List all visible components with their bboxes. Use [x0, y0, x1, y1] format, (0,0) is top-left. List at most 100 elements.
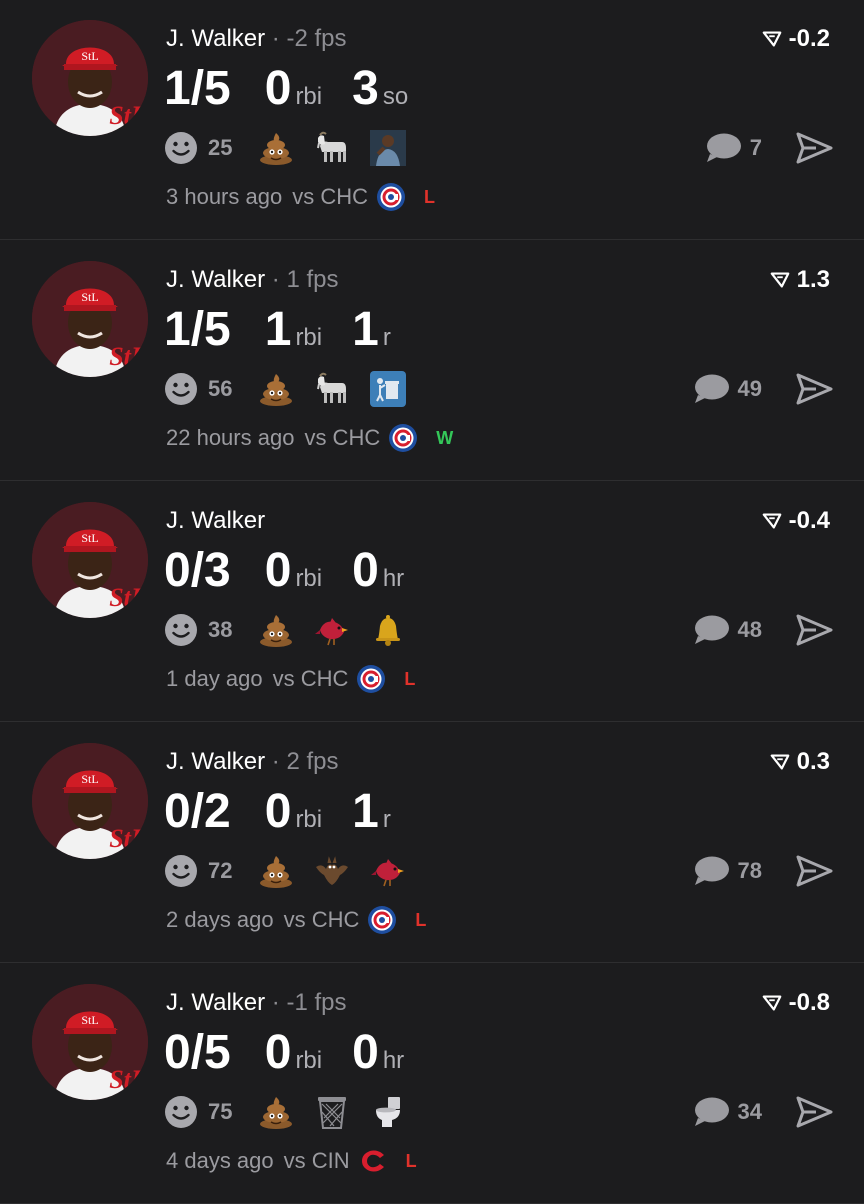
post-card[interactable]: StL StL J. Walker -0.4 0/3 0 rbi 0 hr 38 [0, 482, 864, 722]
game-result: W [436, 428, 454, 448]
goat-emoji[interactable] [314, 371, 350, 407]
bell-emoji[interactable] [370, 612, 406, 648]
game-info: 1 day ago vs CHC L [166, 664, 415, 694]
player-name[interactable]: J. Walker [166, 25, 265, 52]
player-name[interactable]: J. Walker [166, 748, 265, 775]
player-emoji[interactable] [370, 130, 407, 166]
player-headshot-icon: StL StL [32, 261, 148, 377]
hits-at-bats: 1/5 [164, 62, 231, 115]
player-name[interactable]: J. Walker [166, 266, 265, 293]
fps-label: · -1 fps [271, 989, 347, 1016]
stat-unit: r [382, 324, 391, 351]
stat-value: 0 [264, 1026, 292, 1079]
post-header: J. Walker · -2 fps [166, 24, 346, 54]
vote-score[interactable]: -0.4 [761, 506, 830, 536]
post-card[interactable]: StL StL J. Walker · 1 fps 1.3 1/5 1 rbi … [0, 241, 864, 481]
timestamp: 1 day ago [166, 666, 263, 691]
stat-value: 0 [264, 785, 292, 838]
comment-button[interactable]: 49 [692, 371, 762, 407]
share-icon[interactable] [794, 1092, 834, 1132]
vote-score-value: -0.4 [788, 507, 830, 534]
goat-emoji[interactable] [314, 130, 350, 166]
cubs-logo [376, 182, 406, 212]
post-card[interactable]: StL StL J. Walker · 2 fps 0.3 0/2 0 rbi … [0, 723, 864, 963]
vote-score[interactable]: -0.8 [761, 988, 830, 1018]
stat-value: 0 [352, 1026, 379, 1079]
comment-bubble-icon [694, 856, 729, 885]
stat-value: 1 [264, 303, 292, 356]
player-avatar[interactable]: StL StL [32, 20, 148, 136]
comment-button[interactable]: 7 [704, 130, 762, 166]
svg-text:StL: StL [109, 824, 147, 853]
fps-label: · 2 fps [271, 748, 339, 775]
fps-label: · -2 fps [271, 25, 347, 52]
svg-text:StL: StL [81, 1013, 98, 1027]
trash-emoji[interactable] [370, 371, 407, 407]
stat-unit: hr [382, 565, 405, 592]
poop-emoji[interactable] [258, 1094, 294, 1130]
share-icon[interactable] [794, 610, 834, 650]
poop-emoji[interactable] [258, 130, 294, 166]
comment-bubble-icon [706, 133, 741, 162]
vote-icon [770, 754, 789, 770]
player-headshot-icon: StL StL [32, 743, 148, 859]
cubs-logo [356, 664, 386, 694]
vote-icon [762, 995, 781, 1011]
vote-score[interactable]: -0.2 [761, 24, 830, 54]
poop-emoji[interactable] [258, 612, 294, 648]
timestamp: 4 days ago [166, 1148, 274, 1173]
player-name[interactable]: J. Walker [166, 507, 265, 534]
fps-label: · 1 fps [271, 266, 339, 293]
timestamp: 3 hours ago [166, 184, 283, 209]
opponent-label: vs CHC [292, 184, 368, 209]
reactions-row: 56 [164, 371, 426, 407]
player-name[interactable]: J. Walker [166, 989, 265, 1016]
svg-text:StL: StL [81, 531, 98, 545]
smiley-react-icon[interactable] [164, 854, 198, 888]
share-icon[interactable] [794, 128, 834, 168]
opponent-label: vs CHC [304, 425, 381, 450]
comment-count: 7 [749, 135, 762, 160]
poop-emoji[interactable] [258, 371, 294, 407]
svg-text:StL: StL [109, 583, 147, 612]
comment-button[interactable]: 48 [692, 612, 762, 648]
share-icon[interactable] [794, 369, 834, 409]
game-info: 22 hours ago vs CHC W [166, 423, 453, 453]
player-avatar[interactable]: StL StL [32, 502, 148, 618]
player-avatar[interactable]: StL StL [32, 743, 148, 859]
cardinal-emoji[interactable] [370, 853, 406, 889]
reds-logo [358, 1146, 388, 1176]
svg-text:StL: StL [109, 1065, 147, 1094]
game-info: 4 days ago vs CIN L [166, 1146, 417, 1176]
vote-score[interactable]: 0.3 [769, 747, 830, 777]
stat-value: 0 [264, 544, 292, 597]
hits-at-bats: 0/2 [164, 785, 231, 838]
smiley-react-icon[interactable] [164, 372, 198, 406]
post-card[interactable]: StL StL J. Walker · -1 fps -0.8 0/5 0 rb… [0, 964, 864, 1204]
cardinal-emoji[interactable] [314, 612, 350, 648]
vote-icon [762, 513, 781, 529]
toilet-emoji[interactable] [370, 1094, 406, 1130]
post-card[interactable]: StL StL J. Walker · -2 fps -0.2 1/5 0 rb… [0, 0, 864, 240]
smiley-react-icon[interactable] [164, 131, 198, 165]
smiley-react-icon[interactable] [164, 1095, 198, 1129]
player-headshot-icon: StL StL [32, 20, 148, 136]
comment-button[interactable]: 34 [692, 1094, 762, 1130]
vote-score-value: 1.3 [796, 266, 830, 293]
vote-icon [770, 272, 789, 288]
smiley-react-icon[interactable] [164, 613, 198, 647]
post-header: J. Walker · 2 fps [166, 747, 339, 777]
player-avatar[interactable]: StL StL [32, 261, 148, 377]
comment-button[interactable]: 78 [692, 853, 762, 889]
opponent-label: vs CHC [283, 907, 360, 932]
bat-emoji[interactable] [314, 853, 350, 889]
svg-text:StL: StL [109, 101, 147, 130]
vote-score[interactable]: 1.3 [769, 265, 830, 295]
game-info: 3 hours ago vs CHC L [166, 182, 435, 212]
stat-value: 0 [352, 544, 379, 597]
poop-emoji[interactable] [258, 853, 294, 889]
trashcan-emoji[interactable] [314, 1094, 350, 1130]
player-avatar[interactable]: StL StL [32, 984, 148, 1100]
share-icon[interactable] [794, 851, 834, 891]
game-result: L [415, 910, 427, 930]
